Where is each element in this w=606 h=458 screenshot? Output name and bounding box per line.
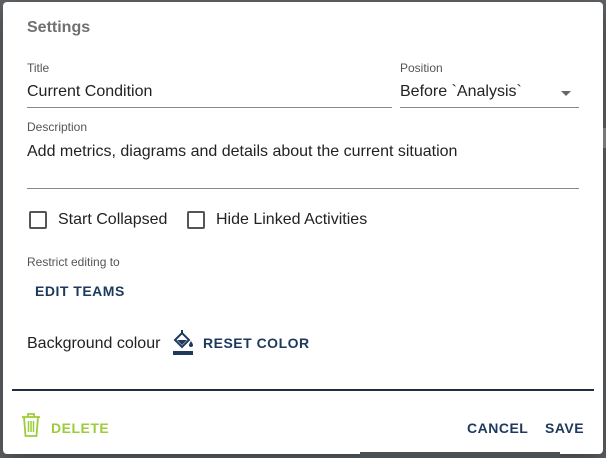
edit-teams-button[interactable]: EDIT TEAMS — [35, 283, 125, 299]
title-input[interactable]: Current Condition — [27, 83, 389, 101]
title-underline — [27, 107, 392, 108]
description-input[interactable]: Add metrics, diagrams and details about … — [27, 143, 577, 161]
description-underline — [27, 188, 579, 189]
trash-icon[interactable] — [20, 412, 42, 443]
description-label: Description — [27, 120, 88, 134]
cancel-button[interactable]: CANCEL — [467, 420, 528, 436]
hide-linked-label[interactable]: Hide Linked Activities — [216, 211, 367, 229]
chevron-down-icon[interactable] — [561, 91, 571, 96]
restrict-label: Restrict editing to — [27, 255, 120, 269]
dialog-title: Settings — [27, 19, 91, 36]
background-content — [360, 452, 560, 458]
settings-dialog: Settings Title Current Condition Positio… — [3, 2, 603, 454]
reset-color-button[interactable]: RESET COLOR — [203, 335, 310, 351]
delete-button[interactable]: DELETE — [51, 420, 109, 436]
position-label: Position — [400, 61, 443, 75]
hide-linked-checkbox[interactable] — [187, 211, 205, 229]
paint-bucket-icon[interactable] — [171, 328, 195, 361]
position-underline — [400, 107, 579, 108]
background-colour-label: Background colour — [27, 335, 161, 352]
footer-divider — [12, 389, 594, 391]
start-collapsed-label[interactable]: Start Collapsed — [58, 211, 167, 229]
start-collapsed-checkbox[interactable] — [29, 211, 47, 229]
save-button[interactable]: SAVE — [545, 420, 584, 436]
position-select[interactable]: Before `Analysis` — [400, 83, 550, 101]
title-label: Title — [27, 61, 50, 75]
